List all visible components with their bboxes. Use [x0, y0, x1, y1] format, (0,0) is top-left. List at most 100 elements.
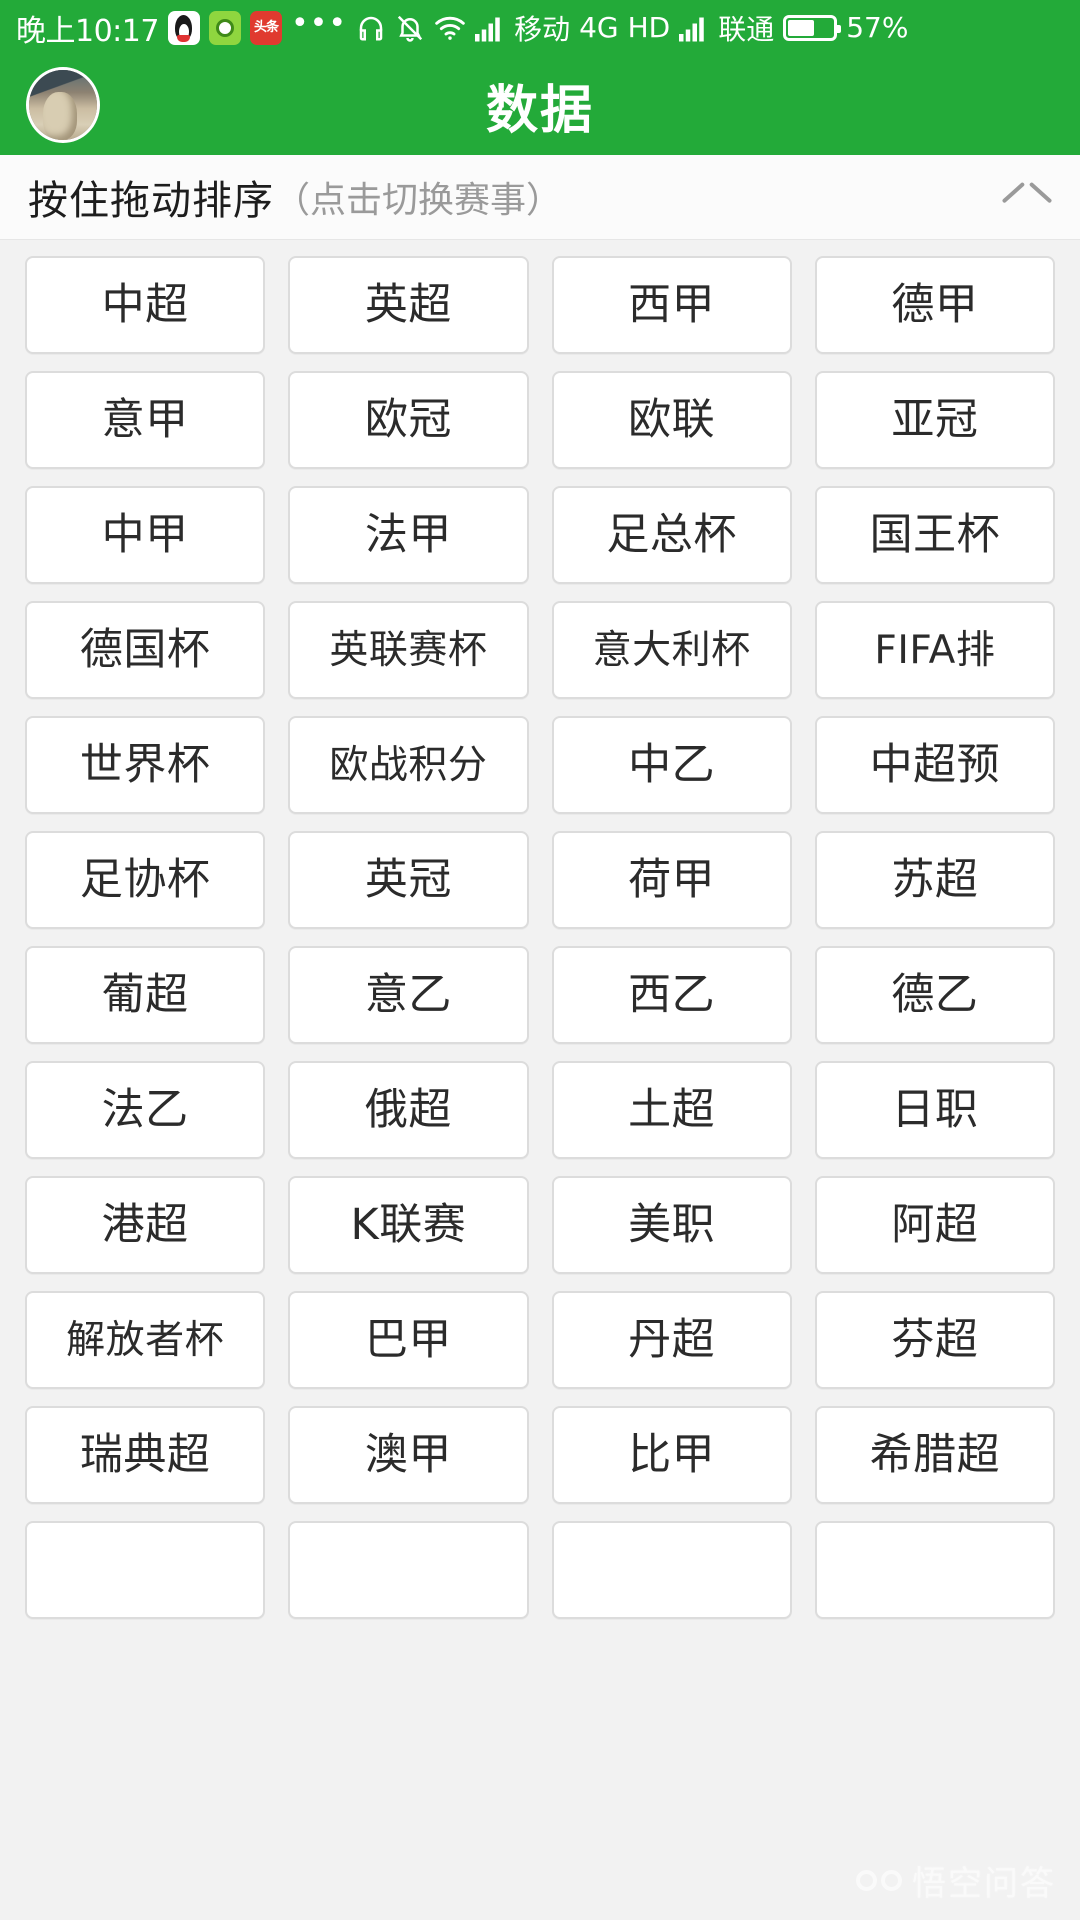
league-tile[interactable]: 意甲: [25, 371, 266, 469]
league-tile-label: 俄超: [364, 1084, 452, 1135]
league-tile-label: K联赛: [350, 1199, 467, 1250]
league-tile[interactable]: K联赛: [288, 1176, 529, 1274]
league-tile-label: 阿超: [891, 1199, 979, 1250]
league-tile[interactable]: 西甲: [551, 256, 792, 354]
league-tile[interactable]: 意大利杯: [551, 601, 792, 699]
league-tile-label: 德乙: [891, 969, 979, 1020]
league-tile-label: 法甲: [364, 509, 452, 560]
network-type-label: 4G: [579, 11, 619, 44]
league-tile[interactable]: 足总杯: [551, 486, 792, 584]
league-tile-label: 英联赛杯: [329, 627, 488, 673]
league-tile[interactable]: 德国杯: [25, 601, 266, 699]
league-tile-label: 比甲: [628, 1429, 716, 1480]
league-tile[interactable]: 中超预: [814, 716, 1055, 814]
league-tile[interactable]: 比甲: [551, 1406, 792, 1504]
league-tile[interactable]: 葡超: [25, 946, 266, 1044]
league-tile[interactable]: 英冠: [288, 831, 529, 929]
league-tile-label: 解放者杯: [66, 1317, 225, 1363]
league-tile[interactable]: 解放者杯: [25, 1291, 266, 1389]
league-tile[interactable]: 荷甲: [551, 831, 792, 929]
league-tile[interactable]: 亚冠: [814, 371, 1055, 469]
league-tile[interactable]: 巴甲: [288, 1291, 529, 1389]
qq-icon: [167, 10, 200, 45]
league-tile-label: 意乙: [364, 969, 452, 1020]
league-tile[interactable]: 阿超: [814, 1176, 1055, 1274]
league-tile-label: 日职: [891, 1084, 979, 1135]
league-tile-label: 中乙: [628, 739, 716, 790]
league-tile[interactable]: 瑞典超: [25, 1406, 266, 1504]
league-tile[interactable]: [814, 1521, 1055, 1619]
watermark: 悟空问答: [856, 1856, 1056, 1905]
avatar[interactable]: [26, 67, 100, 143]
league-tile-label: 中超: [101, 279, 189, 330]
league-tile-label: 巴甲: [364, 1314, 452, 1365]
league-tile[interactable]: 欧冠: [288, 371, 529, 469]
league-tile-label: 西乙: [628, 969, 716, 1020]
league-tile[interactable]: 丹超: [551, 1291, 792, 1389]
league-tile-label: 欧冠: [364, 394, 452, 445]
league-tile[interactable]: 港超: [25, 1176, 266, 1274]
league-tile[interactable]: 德乙: [814, 946, 1055, 1044]
league-tile[interactable]: 日职: [814, 1061, 1055, 1159]
league-tile[interactable]: [288, 1521, 529, 1619]
league-tile-label: 法乙: [101, 1084, 189, 1135]
league-tile-label: 德国杯: [79, 624, 211, 675]
league-tile-label: 足总杯: [606, 509, 737, 560]
page-title: 数据: [485, 80, 594, 141]
league-tile[interactable]: 世界杯: [25, 716, 266, 814]
league-tile[interactable]: 英超: [288, 256, 529, 354]
league-tile[interactable]: 澳甲: [288, 1406, 529, 1504]
league-grid: 中超 英超 西甲 德甲意甲 欧冠 欧联 亚冠中甲 法甲 足总杯 国王杯德国杯 英联赛杯 意大利杯 FIF…: [25, 256, 1055, 1619]
wifi-icon: [434, 14, 466, 42]
status-bar-time: 晚上10:17: [16, 13, 159, 49]
sort-bar-sub-label: （点击切换赛事）: [274, 180, 563, 221]
league-tile[interactable]: 苏超: [814, 831, 1055, 929]
league-tile-label: FIFA排: [874, 627, 996, 673]
league-tile-label: 意大利杯: [592, 627, 751, 673]
status-bar: 晚上10:17 头条 ••• 移动 4G HD 联通 57%: [0, 0, 1080, 55]
league-tile-label: 西甲: [628, 279, 716, 330]
league-tile[interactable]: FIFA排: [814, 601, 1055, 699]
league-tile[interactable]: 法乙: [25, 1061, 266, 1159]
league-tile[interactable]: 中超: [25, 256, 266, 354]
league-tile[interactable]: 足协杯: [25, 831, 266, 929]
league-tile-label: 英冠: [364, 854, 452, 905]
league-tile-label: 意甲: [101, 394, 189, 445]
league-tile-label: 德甲: [891, 279, 979, 330]
league-tile-label: 瑞典超: [79, 1429, 211, 1480]
league-tile[interactable]: 意乙: [288, 946, 529, 1044]
league-tile[interactable]: 希腊超: [814, 1406, 1055, 1504]
battery-percent-label: 57%: [846, 11, 909, 44]
league-tile[interactable]: [25, 1521, 266, 1619]
app-header: 数据: [0, 55, 1080, 155]
league-tile[interactable]: 德甲: [814, 256, 1055, 354]
chevron-up-icon[interactable]: [1004, 174, 1050, 220]
green-app-icon: [208, 10, 241, 45]
league-tile[interactable]: [551, 1521, 792, 1619]
toutiao-icon: 头条: [249, 10, 282, 45]
league-tile[interactable]: 西乙: [551, 946, 792, 1044]
league-tile-label: 澳甲: [364, 1429, 452, 1480]
league-tile[interactable]: 国王杯: [814, 486, 1055, 584]
carrier-name-mobile: 移动: [514, 12, 571, 46]
carrier-name-unicom: 联通: [718, 12, 775, 46]
league-tile[interactable]: 美职: [551, 1176, 792, 1274]
bell-muted-icon: [395, 13, 425, 43]
league-tile-label: 希腊超: [869, 1429, 1001, 1480]
league-tile[interactable]: 欧联: [551, 371, 792, 469]
league-tile-label: 土超: [628, 1084, 716, 1135]
league-tile[interactable]: 俄超: [288, 1061, 529, 1159]
sort-bar[interactable]: 按住拖动排序 （点击切换赛事）: [0, 155, 1080, 240]
league-tile[interactable]: 中甲: [25, 486, 266, 584]
league-tile-label: 亚冠: [891, 394, 979, 445]
league-tile[interactable]: 中乙: [551, 716, 792, 814]
league-tile[interactable]: 法甲: [288, 486, 529, 584]
sort-bar-main-label: 按住拖动排序: [28, 178, 274, 224]
owl-logo-icon: [856, 1866, 902, 1896]
league-tile[interactable]: 土超: [551, 1061, 792, 1159]
league-tile[interactable]: 英联赛杯: [288, 601, 529, 699]
league-tile-label: 港超: [101, 1199, 189, 1250]
league-tile[interactable]: 芬超: [814, 1291, 1055, 1389]
league-tile[interactable]: 欧战积分: [288, 716, 529, 814]
league-tile-label: 葡超: [101, 969, 189, 1020]
